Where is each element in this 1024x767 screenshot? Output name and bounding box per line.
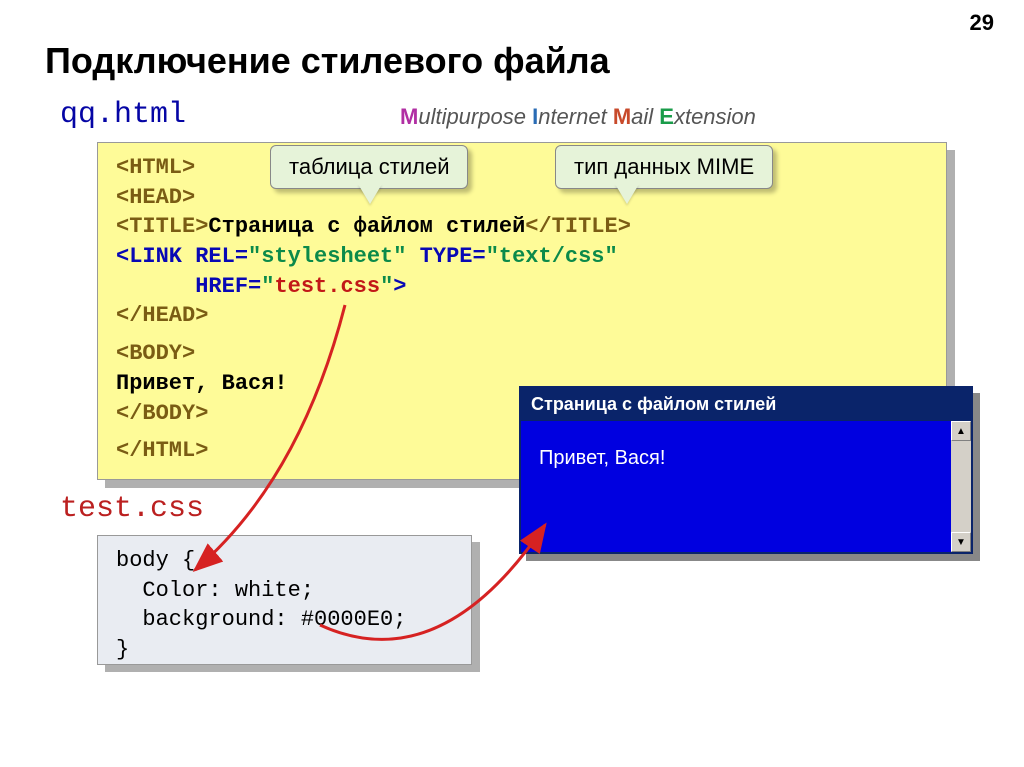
code-block-css: body { Color: white; background: #0000E0… [97, 535, 472, 665]
page-title: Подключение стилевого файла [45, 40, 610, 82]
browser-body: Привет, Вася! ▲ ▼ [521, 421, 971, 552]
callout-tail-icon [358, 184, 382, 204]
scrollbar[interactable]: ▲ ▼ [951, 421, 971, 552]
page-number: 29 [970, 10, 994, 36]
scroll-up-icon[interactable]: ▲ [951, 421, 971, 441]
mime-letter-m: M [400, 104, 418, 129]
filename-css: test.css [60, 492, 204, 526]
browser-window: Страница с файлом стилей Привет, Вася! ▲… [519, 386, 973, 554]
mime-letter-e: E [659, 104, 674, 129]
callout-tail-icon [615, 184, 639, 204]
mime-letter-m2: M [613, 104, 631, 129]
browser-content: Привет, Вася! [521, 421, 951, 552]
callout-mime: тип данных MIME [555, 145, 773, 189]
scroll-down-icon[interactable]: ▼ [951, 532, 971, 552]
mime-expansion: Multipurpose Internet Mail Extension [400, 104, 756, 130]
browser-title-bar: Страница с файлом стилей [521, 388, 971, 421]
callout-stylesheet: таблица стилей [270, 145, 468, 189]
filename-html: qq.html [60, 98, 186, 132]
